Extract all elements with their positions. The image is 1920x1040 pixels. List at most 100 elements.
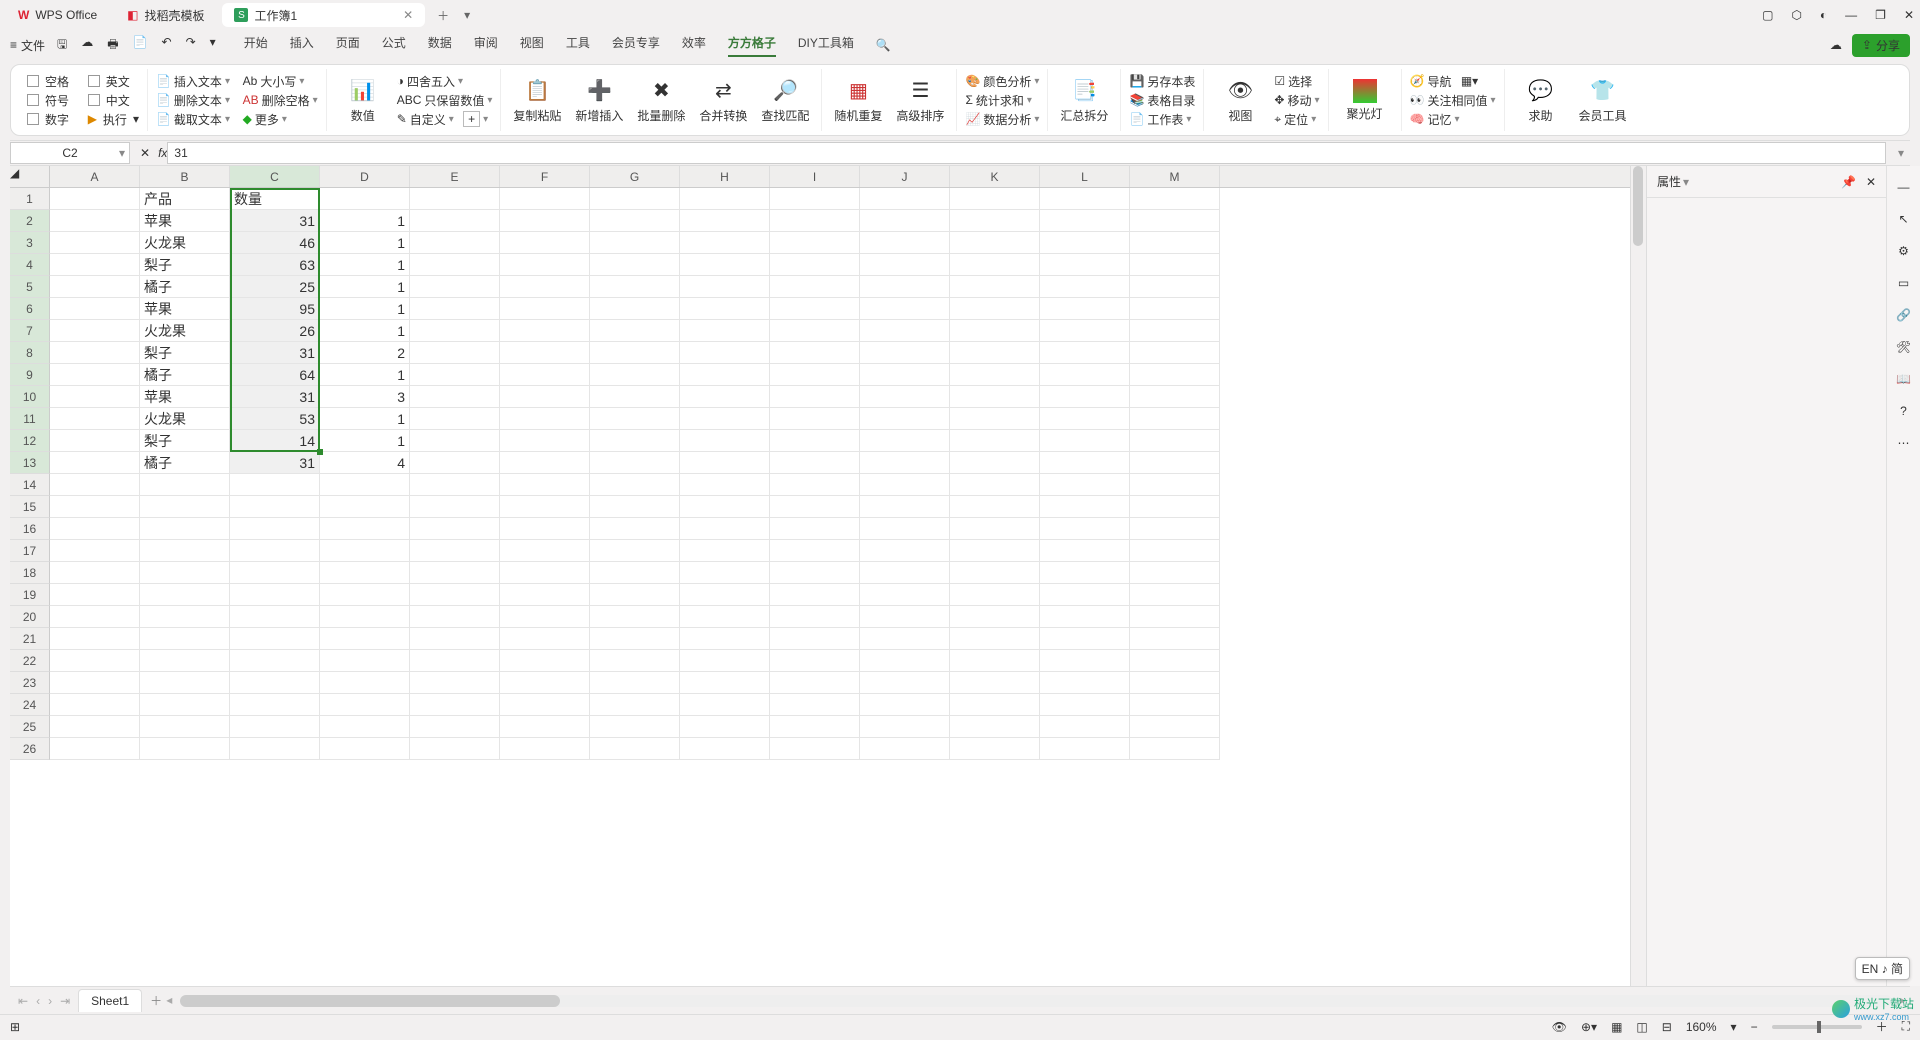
cell[interactable] xyxy=(770,562,860,584)
value-button[interactable]: 📊数值 xyxy=(335,77,391,124)
row-header[interactable]: 23 xyxy=(10,672,50,694)
cell[interactable] xyxy=(860,342,950,364)
cell[interactable] xyxy=(140,694,230,716)
cell[interactable] xyxy=(590,496,680,518)
cell[interactable] xyxy=(770,320,860,342)
cell[interactable] xyxy=(860,540,950,562)
menu-tab-2[interactable]: 页面 xyxy=(336,34,360,57)
cell[interactable] xyxy=(500,254,590,276)
cell[interactable] xyxy=(320,694,410,716)
cell[interactable] xyxy=(590,518,680,540)
cell[interactable] xyxy=(860,716,950,738)
cell[interactable] xyxy=(770,232,860,254)
more-button[interactable]: 更多 xyxy=(255,111,279,128)
cell[interactable] xyxy=(770,386,860,408)
cell[interactable] xyxy=(500,496,590,518)
new-tab-button[interactable]: ＋ xyxy=(431,3,455,27)
cell[interactable] xyxy=(50,452,140,474)
cell[interactable] xyxy=(50,254,140,276)
cell[interactable]: 苹果 xyxy=(140,386,230,408)
find-button[interactable]: 🔎查找匹配 xyxy=(757,77,813,124)
row-header[interactable]: 10 xyxy=(10,386,50,408)
cell[interactable] xyxy=(590,650,680,672)
split-button[interactable]: 📑汇总拆分 xyxy=(1056,77,1112,124)
spreadsheet[interactable]: ◢ ABCDEFGHIJKLM 1产品数量2苹果3113火龙果4614梨子631… xyxy=(10,166,1630,986)
cell[interactable] xyxy=(1130,694,1220,716)
cell[interactable] xyxy=(230,562,320,584)
cell[interactable] xyxy=(1040,738,1130,760)
cell[interactable] xyxy=(1040,694,1130,716)
cell[interactable] xyxy=(320,738,410,760)
row-header[interactable]: 7 xyxy=(10,320,50,342)
cell[interactable] xyxy=(1040,650,1130,672)
cell[interactable] xyxy=(1040,474,1130,496)
row-header[interactable]: 22 xyxy=(10,650,50,672)
cell[interactable] xyxy=(680,474,770,496)
row-header[interactable]: 19 xyxy=(10,584,50,606)
cell[interactable] xyxy=(590,298,680,320)
cell[interactable] xyxy=(770,540,860,562)
cell[interactable] xyxy=(410,276,500,298)
row-header[interactable]: 8 xyxy=(10,342,50,364)
chk-cn[interactable] xyxy=(88,94,100,106)
expand-fx-icon[interactable]: ▾ xyxy=(1898,146,1904,160)
menu-tab-3[interactable]: 公式 xyxy=(382,34,406,57)
cell[interactable] xyxy=(230,694,320,716)
cell[interactable] xyxy=(410,232,500,254)
cell[interactable] xyxy=(950,386,1040,408)
cell[interactable] xyxy=(500,452,590,474)
cell[interactable]: 46 xyxy=(230,232,320,254)
more-dots-icon[interactable]: ⋯ xyxy=(1898,436,1910,450)
cell[interactable] xyxy=(1130,540,1220,562)
watch-button[interactable]: 👀关注相同值▾ xyxy=(1410,92,1496,109)
cell[interactable] xyxy=(320,650,410,672)
row-header[interactable]: 4 xyxy=(10,254,50,276)
cell[interactable] xyxy=(1130,672,1220,694)
cell[interactable] xyxy=(1130,342,1220,364)
tab-menu-button[interactable]: ▾ xyxy=(455,3,479,27)
cell[interactable] xyxy=(950,276,1040,298)
cell[interactable]: 31 xyxy=(230,452,320,474)
zoom-out-icon[interactable]: − xyxy=(1751,1020,1758,1034)
cell[interactable] xyxy=(50,650,140,672)
row-header[interactable]: 2 xyxy=(10,210,50,232)
row-header[interactable]: 1 xyxy=(10,188,50,210)
cell[interactable] xyxy=(1040,342,1130,364)
col-header-C[interactable]: C xyxy=(230,166,320,187)
cell[interactable] xyxy=(770,518,860,540)
cell[interactable]: 63 xyxy=(230,254,320,276)
cell[interactable] xyxy=(410,364,500,386)
cell[interactable] xyxy=(1040,298,1130,320)
cell[interactable] xyxy=(860,276,950,298)
cell[interactable] xyxy=(860,628,950,650)
cell[interactable] xyxy=(770,430,860,452)
cell[interactable] xyxy=(50,232,140,254)
print-icon[interactable]: 🖶 xyxy=(107,35,118,56)
row-header[interactable]: 24 xyxy=(10,694,50,716)
cell[interactable] xyxy=(500,672,590,694)
cell[interactable] xyxy=(860,694,950,716)
cell[interactable] xyxy=(860,210,950,232)
cell[interactable] xyxy=(1040,276,1130,298)
cell[interactable]: 1 xyxy=(320,320,410,342)
cell[interactable]: 梨子 xyxy=(140,430,230,452)
cell[interactable] xyxy=(500,474,590,496)
cell[interactable] xyxy=(950,694,1040,716)
cell[interactable] xyxy=(140,540,230,562)
cell[interactable] xyxy=(680,386,770,408)
batch-delete-button[interactable]: ✖批量删除 xyxy=(633,77,689,124)
select-button[interactable]: ☑选择 xyxy=(1274,73,1319,90)
cell[interactable] xyxy=(950,496,1040,518)
view-page-icon[interactable]: ◫ xyxy=(1636,1020,1647,1034)
cell[interactable] xyxy=(50,364,140,386)
color-analysis-button[interactable]: 🎨颜色分析▾ xyxy=(965,73,1039,90)
cell[interactable] xyxy=(770,452,860,474)
cell[interactable] xyxy=(50,540,140,562)
cell[interactable] xyxy=(50,694,140,716)
cell[interactable]: 火龙果 xyxy=(140,232,230,254)
view-button[interactable]: 👁视图 xyxy=(1212,77,1268,124)
custom-button[interactable]: ✎自定义▾ +▾ xyxy=(397,111,493,128)
cell[interactable] xyxy=(50,342,140,364)
menu-tab-7[interactable]: 工具 xyxy=(566,34,590,57)
collapse-panel-icon[interactable]: — xyxy=(1898,180,1910,194)
